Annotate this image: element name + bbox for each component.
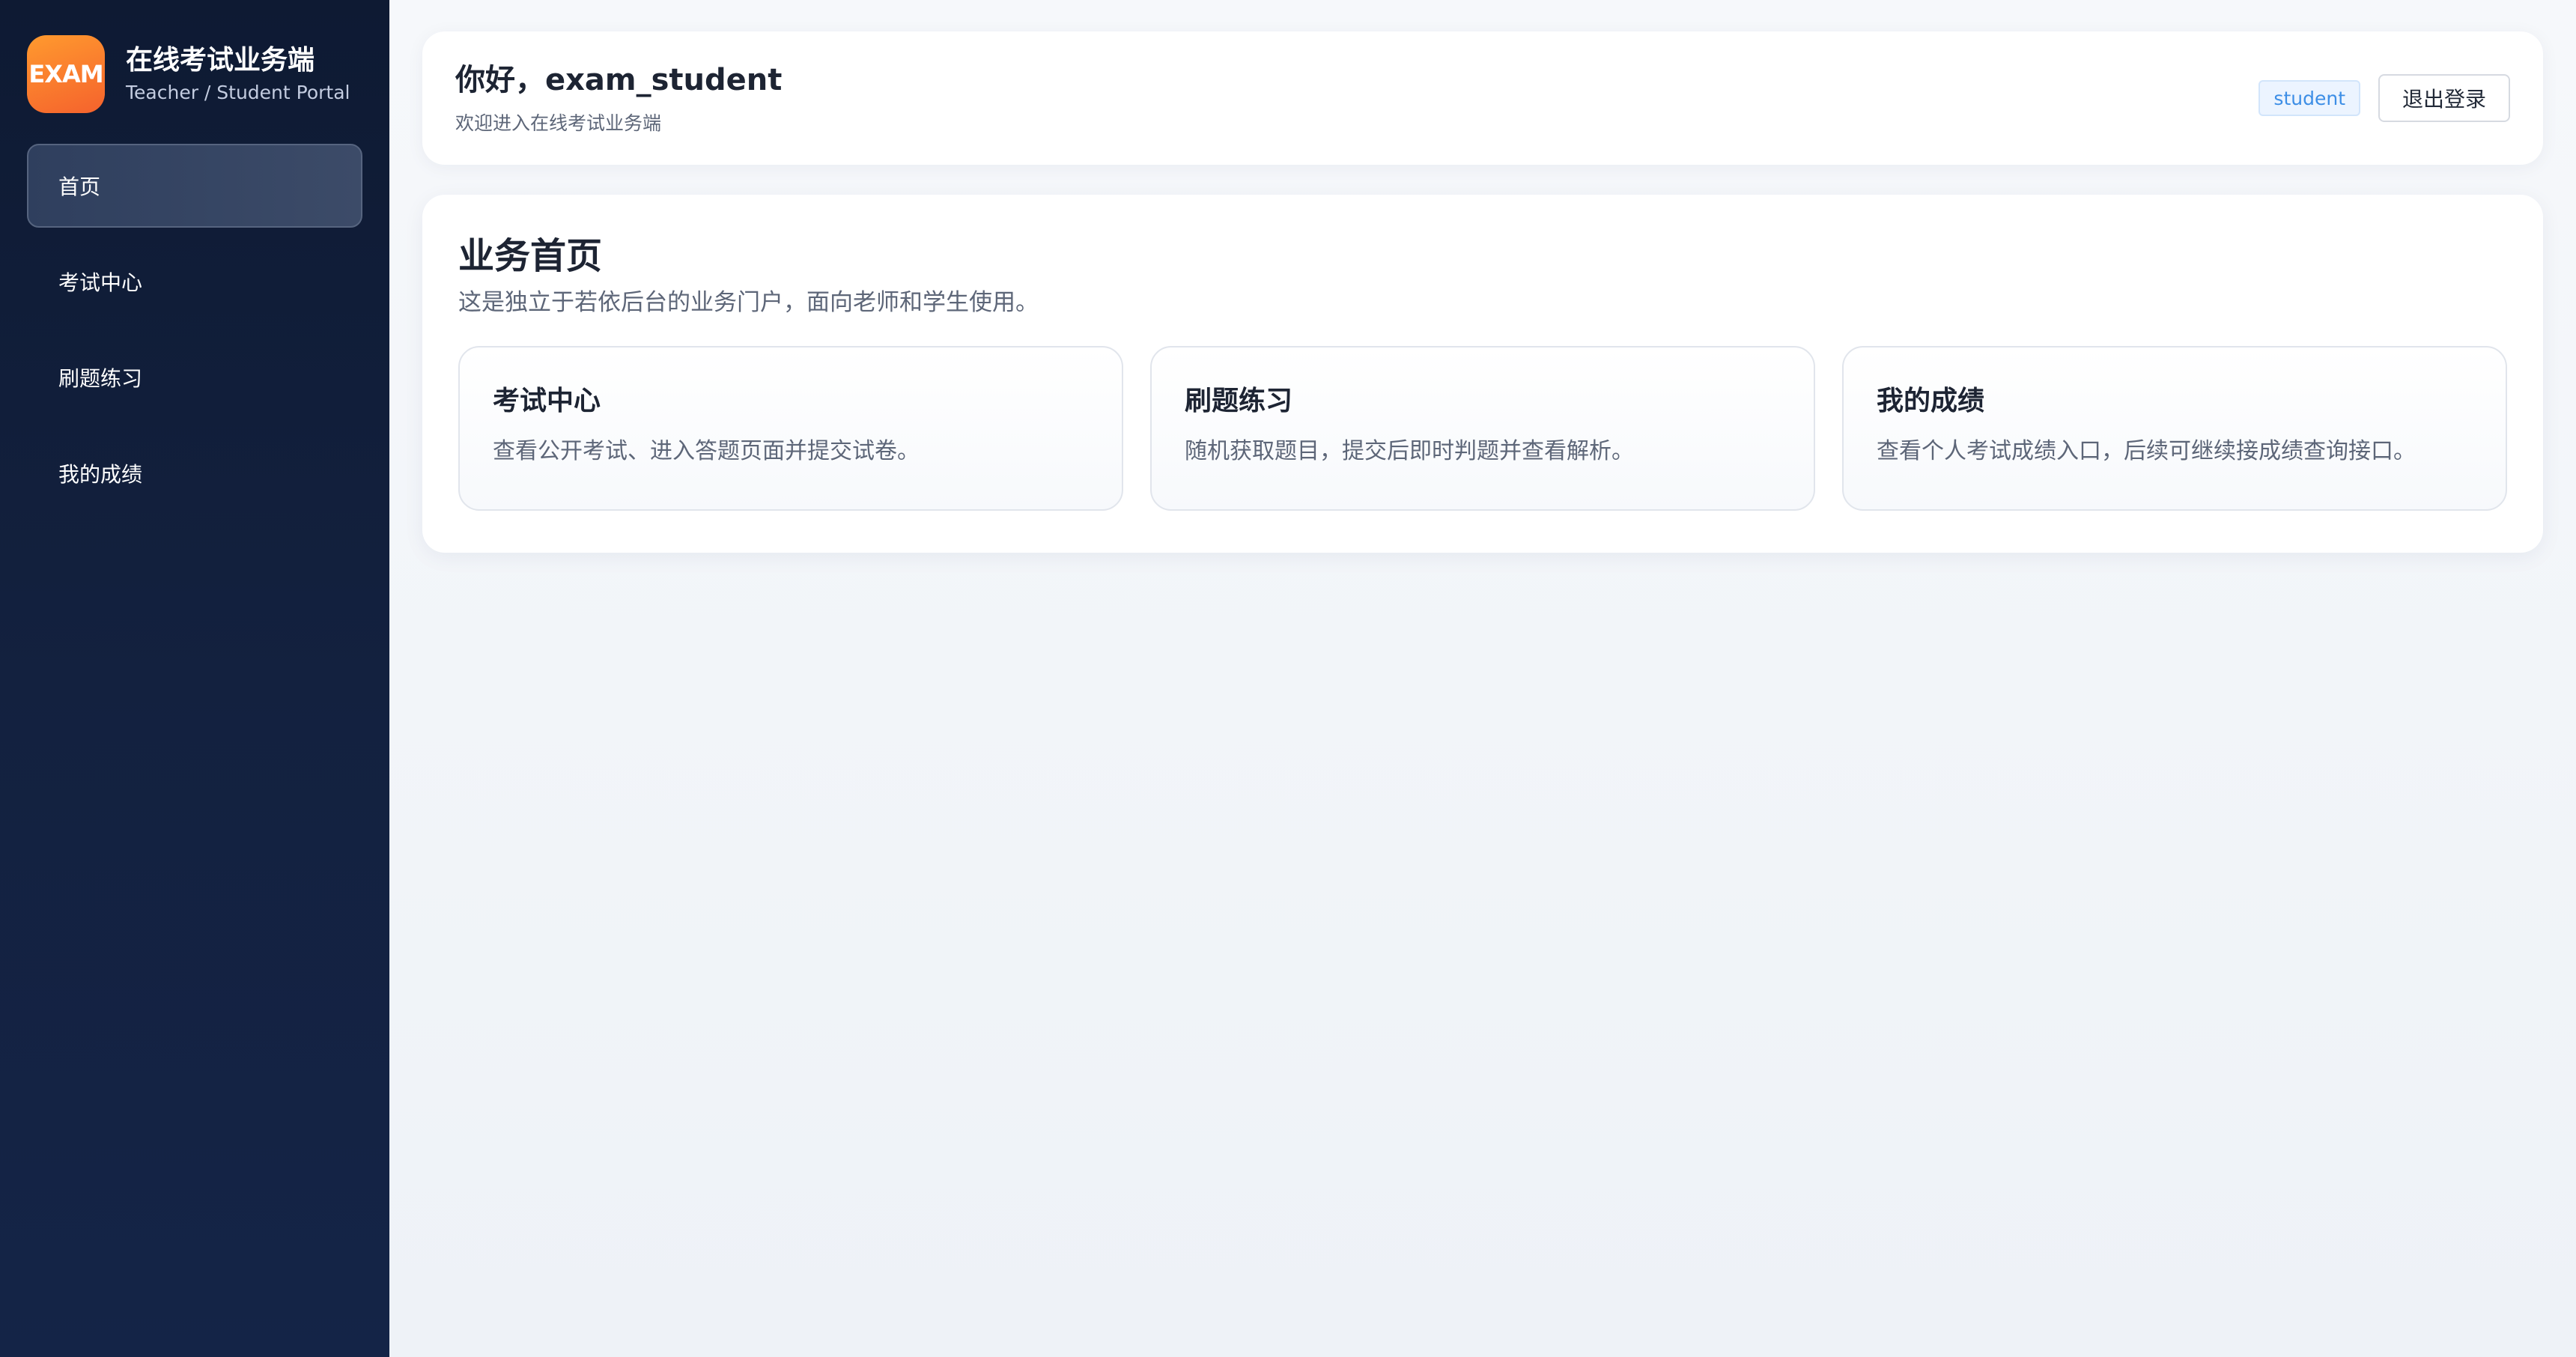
feature-tiles: 考试中心 查看公开考试、进入答题页面并提交试卷。 刷题练习 随机获取题目，提交后… xyxy=(458,346,2507,511)
logout-button[interactable]: 退出登录 xyxy=(2378,74,2510,122)
app-root: EXAM 在线考试业务端 Teacher / Student Portal 首页… xyxy=(0,0,2576,1357)
header-card: 你好，exam_student 欢迎进入在线考试业务端 student 退出登录 xyxy=(422,31,2543,165)
greeting-text: 你好，exam_student xyxy=(455,63,783,97)
tile-title: 我的成绩 xyxy=(1877,386,1985,416)
tile-exam-center[interactable]: 考试中心 查看公开考试、进入答题页面并提交试卷。 xyxy=(458,346,1123,511)
sidebar-item-exam-center[interactable]: 考试中心 xyxy=(27,240,362,324)
sidebar: EXAM 在线考试业务端 Teacher / Student Portal 首页… xyxy=(0,0,389,1357)
role-badge: student xyxy=(2258,80,2360,116)
brand: EXAM 在线考试业务端 Teacher / Student Portal xyxy=(27,34,362,114)
tile-title: 考试中心 xyxy=(493,386,601,416)
header-right: student 退出登录 xyxy=(2258,74,2510,122)
tile-practice[interactable]: 刷题练习 随机获取题目，提交后即时判题并查看解析。 xyxy=(1150,346,1815,511)
brand-logo-icon: EXAM xyxy=(27,35,105,113)
tile-my-scores[interactable]: 我的成绩 查看个人考试成绩入口，后续可继续接成绩查询接口。 xyxy=(1842,346,2507,511)
tile-description: 查看公开考试、进入答题页面并提交试卷。 xyxy=(493,438,920,464)
brand-text: 在线考试业务端 Teacher / Student Portal xyxy=(126,43,350,106)
header-left: 你好，exam_student 欢迎进入在线考试业务端 xyxy=(455,60,782,136)
sidebar-item-my-scores[interactable]: 我的成绩 xyxy=(27,431,362,515)
page-title: 业务首页 xyxy=(458,235,603,277)
welcome-text: 欢迎进入在线考试业务端 xyxy=(455,112,662,134)
sidebar-nav: 首页 考试中心 刷题练习 我的成绩 xyxy=(27,144,362,527)
sidebar-item-label: 考试中心 xyxy=(58,270,143,295)
home-content-card: 业务首页 这是独立于若依后台的业务门户，面向老师和学生使用。 考试中心 查看公开… xyxy=(422,195,2543,553)
tile-title: 刷题练习 xyxy=(1185,386,1293,416)
brand-subtitle: Teacher / Student Portal xyxy=(126,82,350,103)
tile-description: 随机获取题目，提交后即时判题并查看解析。 xyxy=(1185,438,1634,464)
page-description: 这是独立于若依后台的业务门户，面向老师和学生使用。 xyxy=(458,289,1039,316)
tile-description: 查看个人考试成绩入口，后续可继续接成绩查询接口。 xyxy=(1877,438,2416,464)
sidebar-item-label: 刷题练习 xyxy=(58,366,143,391)
sidebar-item-label: 我的成绩 xyxy=(58,462,143,487)
brand-title: 在线考试业务端 xyxy=(126,45,315,76)
sidebar-item-practice[interactable]: 刷题练习 xyxy=(27,336,362,419)
sidebar-item-label: 首页 xyxy=(58,174,101,199)
main-area: 你好，exam_student 欢迎进入在线考试业务端 student 退出登录… xyxy=(389,0,2576,1357)
sidebar-item-home[interactable]: 首页 xyxy=(27,144,362,228)
